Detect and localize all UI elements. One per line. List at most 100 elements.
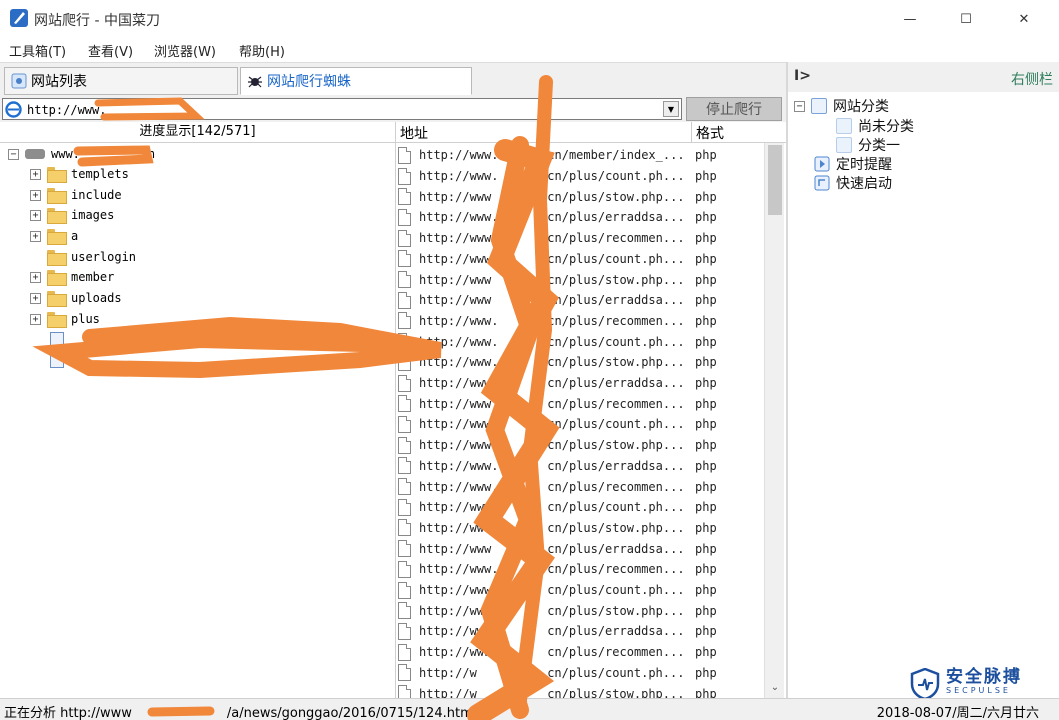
menu-tools[interactable]: 工具箱(T) [9, 41, 66, 60]
menu-view[interactable]: 查看(V) [88, 41, 133, 60]
tree-folder-templets[interactable]: + templets [30, 164, 129, 184]
close-button[interactable]: ✕ [1004, 6, 1044, 32]
column-header-format[interactable]: 格式 [696, 123, 724, 143]
url-list-row[interactable]: http://www. cn/plus/recommen... php [396, 393, 717, 414]
tree-folder-plus[interactable]: + plus [30, 309, 100, 329]
stop-crawl-button[interactable]: 停止爬行 [686, 97, 782, 121]
column-divider[interactable] [691, 122, 692, 142]
url-prefix: http://www. [419, 148, 499, 163]
url-list-row[interactable]: http://www. cn/plus/count.ph... php [396, 497, 717, 518]
expand-icon[interactable]: + [30, 292, 41, 304]
url-list-row[interactable]: http://www cn/plus/stow.php... php [396, 518, 717, 539]
url-path: cn/plus/erraddsa... [547, 624, 685, 639]
url-list-row[interactable]: http://www cn/plus/erraddsa... php [396, 621, 717, 642]
category-uncategorized[interactable]: 尚未分类 [836, 116, 914, 136]
list-scrollbar[interactable]: ⌄ [764, 143, 784, 698]
url-list-row[interactable]: http://www. cn/plus/stow.php... php [396, 352, 717, 373]
url-list-row[interactable]: http://www cn/plus/count.ph... php [396, 580, 717, 601]
expand-icon[interactable]: + [30, 271, 41, 283]
column-header-address[interactable]: 地址 [400, 123, 428, 143]
quick-launch[interactable]: 快速启动 [814, 173, 892, 193]
expand-icon[interactable]: + [30, 189, 41, 201]
tab-site-list[interactable]: 网站列表 [4, 67, 238, 95]
collapse-icon[interactable]: − [8, 148, 19, 160]
url-list-row[interactable]: http://www cn/plus/erraddsa... php [396, 538, 717, 559]
url-prefix: http://www. [419, 251, 499, 266]
url-list-row[interactable]: http://www. cn/plus/recommen... php [396, 559, 717, 580]
url-list-row[interactable]: http://www. cn/plus/count.ph... php [396, 166, 717, 187]
tree-folder-include[interactable]: + include [30, 185, 122, 205]
url-cell: http://www. cn/plus/recommen... [419, 480, 687, 494]
collapse-icon[interactable]: − [794, 100, 805, 112]
url-input[interactable] [27, 101, 647, 118]
expand-icon[interactable]: + [30, 230, 41, 242]
url-dropdown-button[interactable]: ▼ [663, 101, 679, 117]
url-list-row[interactable]: http://w cn/plus/stow.php... php [396, 683, 717, 698]
url-list-row[interactable]: http://www. cn/plus/erraddsa... php [396, 207, 717, 228]
url-list-row[interactable]: http://www cn/plus/stow.php... php [396, 186, 717, 207]
page-icon [398, 622, 411, 640]
tree-file-2[interactable]: 20 [50, 350, 84, 370]
url-prefix: http://www. [419, 376, 499, 391]
tree-folder-a[interactable]: + a [30, 226, 78, 246]
url-cell: http://www. cn/plus/erraddsa... [419, 210, 687, 224]
url-list-row[interactable]: http://www. cn/plus/erraddsa... php [396, 456, 717, 477]
url-list-row[interactable]: http://www. cn/plus/recommen... php [396, 476, 717, 497]
folder-label: userlogin [71, 250, 137, 264]
url-prefix: http://www. [419, 210, 499, 225]
tree-folder-images[interactable]: + images [30, 205, 114, 225]
expand-icon[interactable]: + [30, 313, 41, 325]
url-list-row[interactable]: http://www. cn/plus/stow.php... php [396, 435, 717, 456]
site-tree: − www. n + templets + include + images +… [0, 143, 396, 698]
tree-folder-member[interactable]: + member [30, 267, 114, 287]
url-cell: http://www cn/plus/stow.php... [419, 190, 687, 204]
menu-browser[interactable]: 浏览器(W) [154, 41, 216, 60]
url-list-row[interactable]: http://www cn/plus/stow.php... php [396, 600, 717, 621]
maximize-button[interactable]: ☐ [946, 6, 986, 32]
url-list-row[interactable]: http://www cn/plus/stow.php... php [396, 269, 717, 290]
timed-reminder[interactable]: 定时提醒 [814, 154, 892, 174]
url-list-row[interactable]: http://www cn/plus/recommen... php [396, 642, 717, 663]
scrollbar-thumb[interactable] [768, 145, 782, 215]
tree-root[interactable]: − www. n [8, 144, 155, 164]
url-path: cn/plus/stow.php... [547, 272, 685, 287]
tree-file-1[interactable] [50, 330, 70, 350]
url-prefix: http://www. [419, 334, 499, 349]
url-list-row[interactable]: http://www. cn/plus/count.ph... php [396, 249, 717, 270]
url-cell: http://www cn/plus/erraddsa... [419, 624, 687, 638]
tree-root-label: www. [51, 147, 80, 161]
url-list-row[interactable]: http://www. cn/plus/recommen... php [396, 311, 717, 332]
url-cell: http://www. cn/plus/count.ph... [419, 169, 687, 183]
url-list: http://www. cn/member/index_... php http://… [396, 143, 786, 698]
url-prefix: http://www [419, 645, 492, 660]
format-cell: php [695, 686, 717, 698]
category-root[interactable]: − 网站分类 [794, 96, 889, 116]
right-sidebar-title: 右侧栏 [1011, 72, 1053, 88]
tab-spider[interactable]: 网站爬行蜘蛛 [240, 67, 472, 95]
url-combobox[interactable]: ▼ [2, 98, 682, 120]
url-list-row[interactable]: http://www. cn/plus/recommen... php [396, 228, 717, 249]
url-list-row[interactable]: http://www. cn/member/index_... php [396, 145, 717, 166]
tree-folder-uploads[interactable]: + uploads [30, 288, 122, 308]
url-list-row[interactable]: http://www. cn/plus/count.ph... php [396, 331, 717, 352]
url-prefix: http://www. [419, 231, 499, 246]
expand-icon[interactable]: + [30, 168, 41, 180]
format-cell: php [695, 189, 717, 204]
expand-icon[interactable]: + [30, 209, 41, 221]
url-path: cn/plus/stow.php... [547, 520, 685, 535]
folder-icon [47, 167, 67, 183]
url-list-row[interactable]: http://w cn/plus/count.ph... php [396, 663, 717, 684]
tab-strip: 网站列表 网站爬行蜘蛛 [0, 62, 786, 96]
url-list-row[interactable]: http://www cn/plus/erraddsa... php [396, 290, 717, 311]
tree-folder-userlogin[interactable]: userlogin [47, 247, 136, 267]
format-cell: php [695, 355, 717, 370]
minimize-button[interactable]: — [890, 6, 930, 32]
menu-help[interactable]: 帮助(H) [239, 41, 285, 60]
url-list-row[interactable]: http://www. cn/plus/count.ph... php [396, 414, 717, 435]
format-cell: php [695, 272, 717, 287]
url-list-row[interactable]: http://www. cn/plus/erraddsa... php [396, 373, 717, 394]
category-one[interactable]: 分类一 [836, 135, 900, 155]
scroll-down-arrow-icon[interactable]: ⌄ [768, 682, 782, 694]
sidebar-toggle-icon[interactable]: I> [794, 68, 811, 84]
format-cell: php [695, 500, 717, 515]
